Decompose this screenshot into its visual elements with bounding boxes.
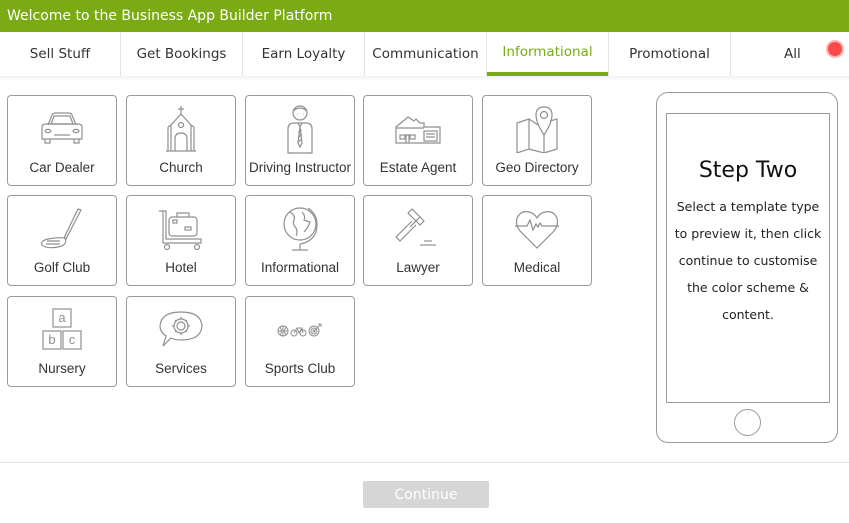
luggage-cart-icon — [127, 202, 235, 256]
template-card-hotel[interactable]: Hotel — [126, 195, 236, 286]
map-pin-icon — [483, 102, 591, 156]
phone-home-button-icon — [734, 409, 761, 436]
phone-screen: Step Two Select a template type to previ… — [666, 113, 830, 403]
tab-communication[interactable]: Communication — [365, 32, 487, 76]
tabs-shadow — [0, 77, 849, 81]
house-icon — [364, 102, 472, 156]
tab-label: Earn Loyalty — [261, 46, 346, 62]
template-card-golf-club[interactable]: Golf Club — [7, 195, 117, 286]
tab-get-bookings[interactable]: Get Bookings — [121, 32, 243, 76]
template-card-nursery[interactable]: abc Nursery — [7, 296, 117, 387]
template-card-informational[interactable]: Informational — [245, 195, 355, 286]
template-card-driving-instructor[interactable]: Driving Instructor — [245, 95, 355, 186]
tab-label: Get Bookings — [136, 46, 227, 62]
phone-preview: Step Two Select a template type to previ… — [656, 92, 838, 443]
tab-label: Informational — [502, 44, 593, 60]
template-card-services[interactable]: Services — [126, 296, 236, 387]
template-label: Sports Club — [264, 361, 336, 376]
footer-divider — [0, 462, 849, 463]
svg-text:c: c — [69, 332, 76, 347]
instructor-icon — [246, 102, 354, 156]
sports-icon — [246, 303, 354, 357]
template-label: Driving Instructor — [248, 160, 352, 175]
category-tabs: Sell Stuff Get Bookings Earn Loyalty Com… — [0, 32, 849, 77]
template-label: Medical — [513, 260, 561, 275]
template-card-geo-directory[interactable]: Geo Directory — [482, 95, 592, 186]
continue-button[interactable]: Continue — [363, 481, 489, 508]
heart-pulse-icon — [483, 202, 591, 256]
car-icon — [8, 102, 116, 156]
template-card-medical[interactable]: Medical — [482, 195, 592, 286]
template-label: Hotel — [165, 260, 197, 275]
template-label: Services — [155, 361, 207, 376]
church-icon — [127, 102, 235, 156]
golf-club-icon — [8, 202, 116, 256]
page-title: Welcome to the Business App Builder Plat… — [7, 8, 333, 24]
abc-blocks-icon: abc — [8, 303, 116, 357]
tab-sell-stuff[interactable]: Sell Stuff — [0, 32, 121, 76]
globe-icon — [246, 202, 354, 256]
template-label: Car Dealer — [29, 160, 95, 175]
tab-label: Sell Stuff — [29, 46, 91, 62]
svg-text:a: a — [58, 310, 66, 325]
template-card-sports-club[interactable]: Sports Club — [245, 296, 355, 387]
gear-speech-bubble-icon — [127, 303, 235, 357]
template-label: Informational — [260, 260, 340, 275]
template-card-car-dealer[interactable]: Car Dealer — [7, 95, 117, 186]
tab-earn-loyalty[interactable]: Earn Loyalty — [243, 32, 365, 76]
gavel-icon — [364, 202, 472, 256]
tab-label: Promotional — [629, 46, 710, 62]
template-label: Geo Directory — [495, 160, 579, 175]
tab-promotional[interactable]: Promotional — [609, 32, 731, 76]
template-card-lawyer[interactable]: Lawyer — [363, 195, 473, 286]
tab-all[interactable]: All — [731, 32, 849, 76]
template-label: Church — [159, 160, 203, 175]
page-header: Welcome to the Business App Builder Plat… — [0, 0, 849, 32]
template-label: Lawyer — [396, 260, 440, 275]
tab-label: All — [784, 46, 801, 62]
template-label: Estate Agent — [379, 160, 457, 175]
preview-title: Step Two — [698, 158, 798, 183]
tab-label: Communication — [372, 46, 479, 62]
template-label: Nursery — [38, 361, 86, 376]
svg-text:b: b — [48, 332, 55, 347]
tab-informational[interactable]: Informational — [487, 32, 609, 76]
preview-instructions: Select a template type to preview it, th… — [674, 199, 822, 322]
template-card-church[interactable]: Church — [126, 95, 236, 186]
template-label: Golf Club — [33, 260, 91, 275]
template-card-estate-agent[interactable]: Estate Agent — [363, 95, 473, 186]
notification-dot-icon — [828, 42, 842, 56]
